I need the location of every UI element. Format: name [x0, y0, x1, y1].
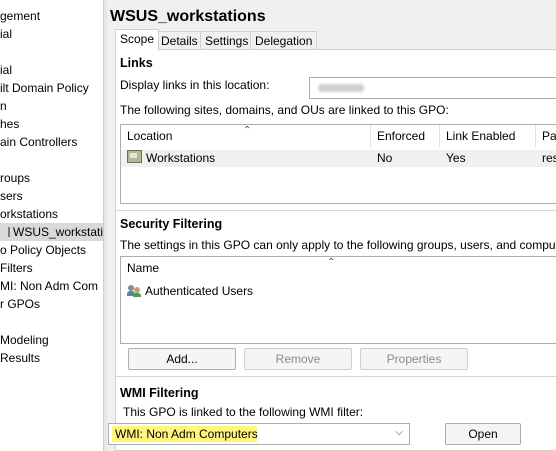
open-wmi-filter-button[interactable]: Open [445, 423, 521, 445]
tree-item-group-policy-modeling[interactable]: Modeling [0, 331, 49, 349]
path-cell: res [542, 151, 556, 165]
security-filtering-heading: Security Filtering [120, 217, 223, 231]
tree-item-group-policy-management[interactable]: gement [0, 7, 40, 25]
tab-settings[interactable]: Settings [200, 31, 254, 50]
security-filtering-list[interactable]: ⌃ Name Authenticated Users [120, 256, 556, 344]
tree-item-branches[interactable]: hes [0, 115, 19, 133]
tab-details[interactable]: Details [156, 31, 203, 50]
section-divider [116, 376, 556, 377]
tree-item-wsus-workstations[interactable]: WSUS_workstatio [0, 223, 103, 241]
links-heading: Links [120, 56, 153, 70]
tree-item-domain-controllers[interactable]: ain Controllers [0, 133, 77, 151]
wmi-filter-select[interactable]: WMI: Non Adm Computers ⌵ [108, 423, 410, 445]
display-links-label: Display links in this location: [120, 78, 270, 92]
tab-scope[interactable]: Scope [115, 29, 160, 51]
table-row[interactable]: Workstations No Yes res [121, 150, 556, 167]
display-links-location-combobox[interactable] [309, 77, 556, 99]
wmi-filter-selected-value: WMI: Non Adm Computers [115, 427, 258, 441]
redacted-location-value [318, 84, 364, 92]
tree-item-workstations[interactable]: orkstations [0, 205, 58, 223]
column-name[interactable]: Name [121, 257, 556, 279]
list-item[interactable]: Authenticated Users [127, 283, 253, 300]
links-list[interactable]: ⌃ Location Enforced Link Enabled Pat Wor… [120, 124, 556, 204]
security-filtering-caption: The settings in this GPO can only apply … [120, 238, 556, 252]
location-cell: Workstations [127, 150, 215, 167]
properties-button[interactable]: Properties [360, 348, 468, 370]
add-button[interactable]: Add... [128, 348, 236, 370]
remove-button[interactable]: Remove [244, 348, 352, 370]
chevron-down-icon: ⌵ [395, 427, 403, 438]
tab-delegation[interactable]: Delegation [250, 31, 318, 50]
tree-item-forest[interactable]: ial [0, 25, 12, 43]
column-link-enabled[interactable]: Link Enabled [440, 125, 536, 147]
scope-tab-panel: Links Display links in this location: Th… [108, 49, 556, 451]
enforced-cell: No [377, 151, 393, 165]
column-enforced[interactable]: Enforced [371, 125, 440, 147]
wmi-filtering-heading: WMI Filtering [120, 386, 199, 400]
tree-item-wmi-filters[interactable]: Filters [0, 259, 33, 277]
tree-item-group-policy-objects[interactable]: o Policy Objects [0, 241, 86, 259]
tree-item-starter-gpos[interactable]: r GPOs [0, 295, 40, 313]
column-location[interactable]: Location [121, 125, 371, 147]
gpo-link-icon [0, 227, 10, 237]
linked-locations-caption: The following sites, domains, and OUs ar… [120, 103, 449, 117]
tree-item-label: WSUS_workstatio [13, 225, 103, 239]
gpo-tree-pane[interactable]: gement ial ial ilt Domain Policy n hes a… [0, 0, 103, 451]
tree-item-group-policy-results[interactable]: Results [0, 349, 40, 367]
tree-item-admin[interactable]: n [0, 97, 7, 115]
users-group-icon [127, 284, 142, 297]
organizational-unit-icon [127, 150, 142, 163]
tree-item-domain[interactable]: ial [0, 61, 12, 79]
tree-item-wmi-non-adm-computers[interactable]: MI: Non Adm Com [0, 277, 98, 295]
wmi-filtering-caption: This GPO is linked to the following WMI … [123, 405, 364, 419]
section-divider [116, 210, 556, 211]
link-enabled-cell: Yes [446, 151, 466, 165]
tree-item-groups[interactable]: roups [0, 169, 30, 187]
gpo-title: WSUS_workstations [110, 8, 266, 25]
column-path[interactable]: Pat [536, 125, 556, 147]
gpo-details-pane: WSUS_workstations Scope Details Settings… [107, 0, 556, 451]
tree-item-default-domain-policy[interactable]: ilt Domain Policy [0, 79, 89, 97]
tree-item-users[interactable]: sers [0, 187, 23, 205]
